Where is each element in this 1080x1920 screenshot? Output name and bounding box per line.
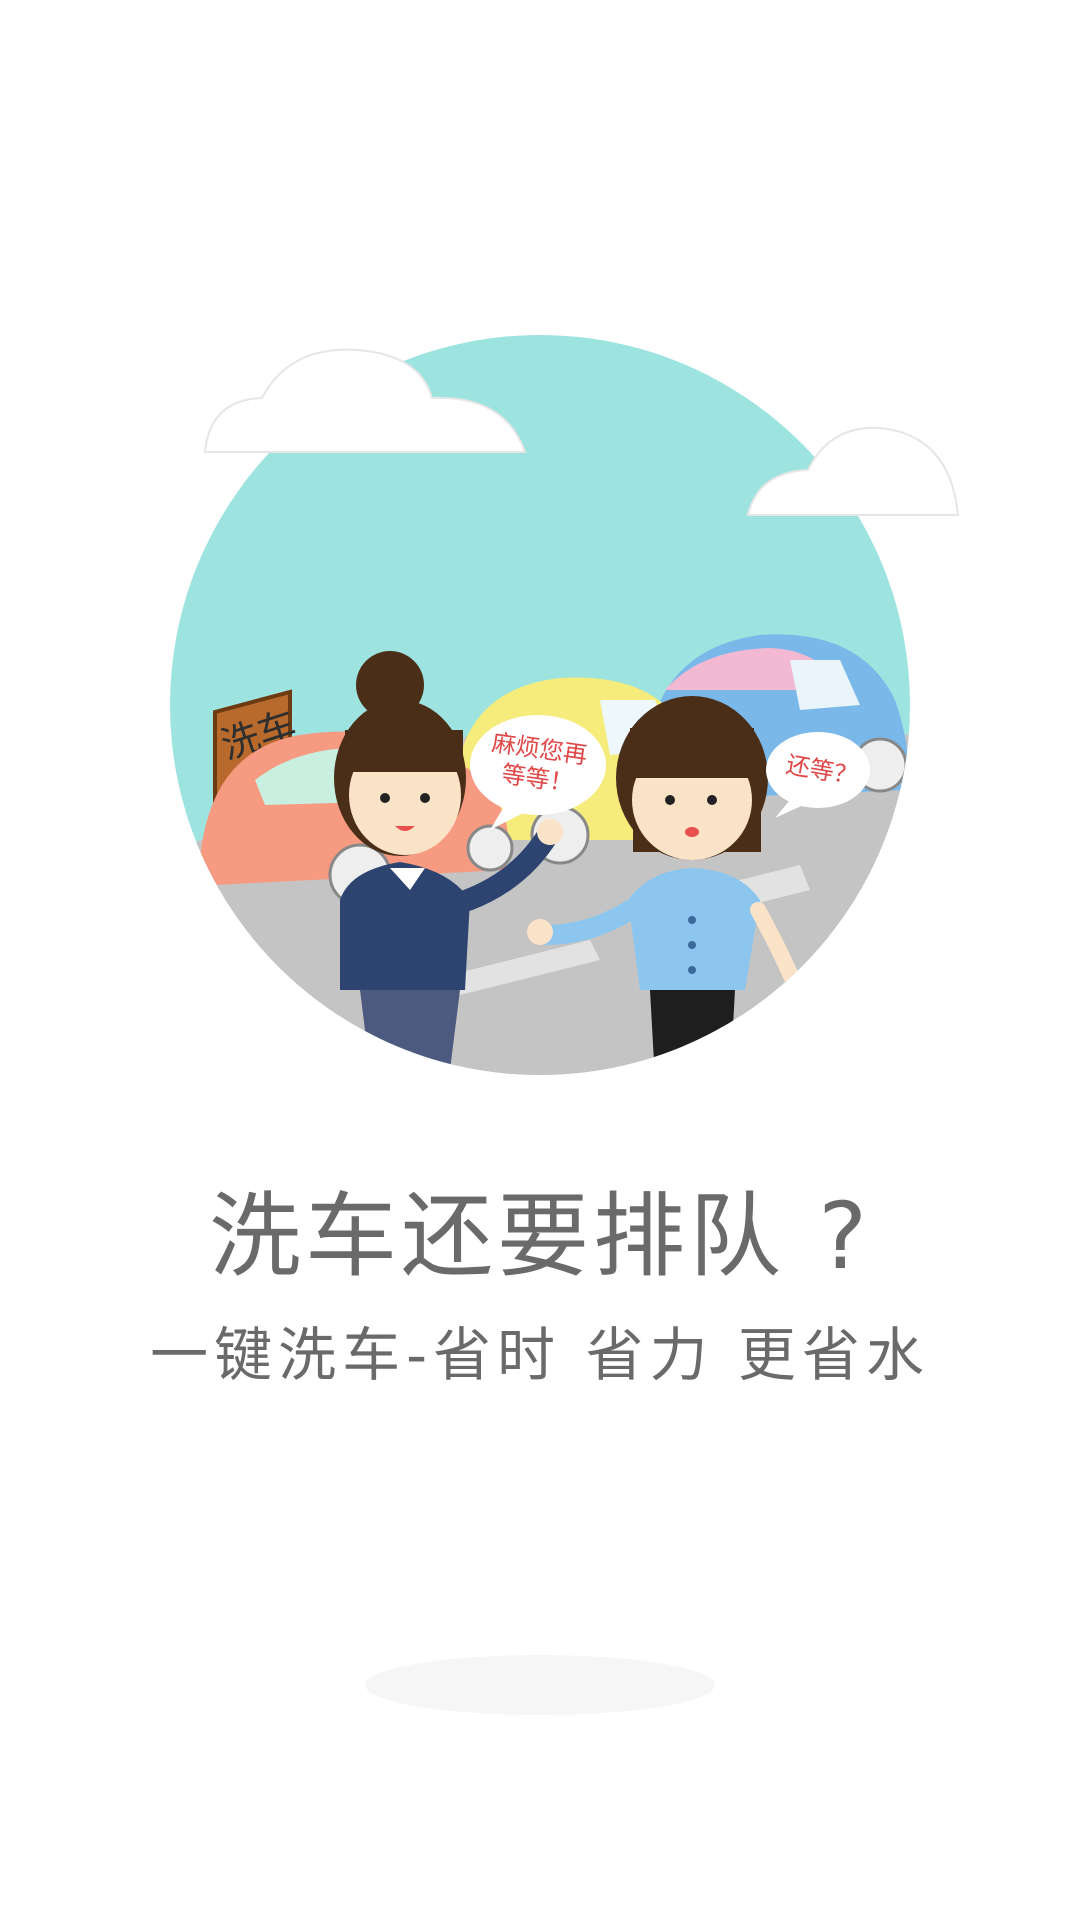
car-wash-queue-illustration: 洗车 麻烦您再 等等！ 还等？ [170, 335, 960, 1075]
headline-title: 洗车还要排队 ? [208, 1183, 872, 1290]
headline-subtitle: 一键洗车-省时 省力 更省水 [150, 1321, 930, 1389]
faint-smudge [365, 1655, 715, 1715]
